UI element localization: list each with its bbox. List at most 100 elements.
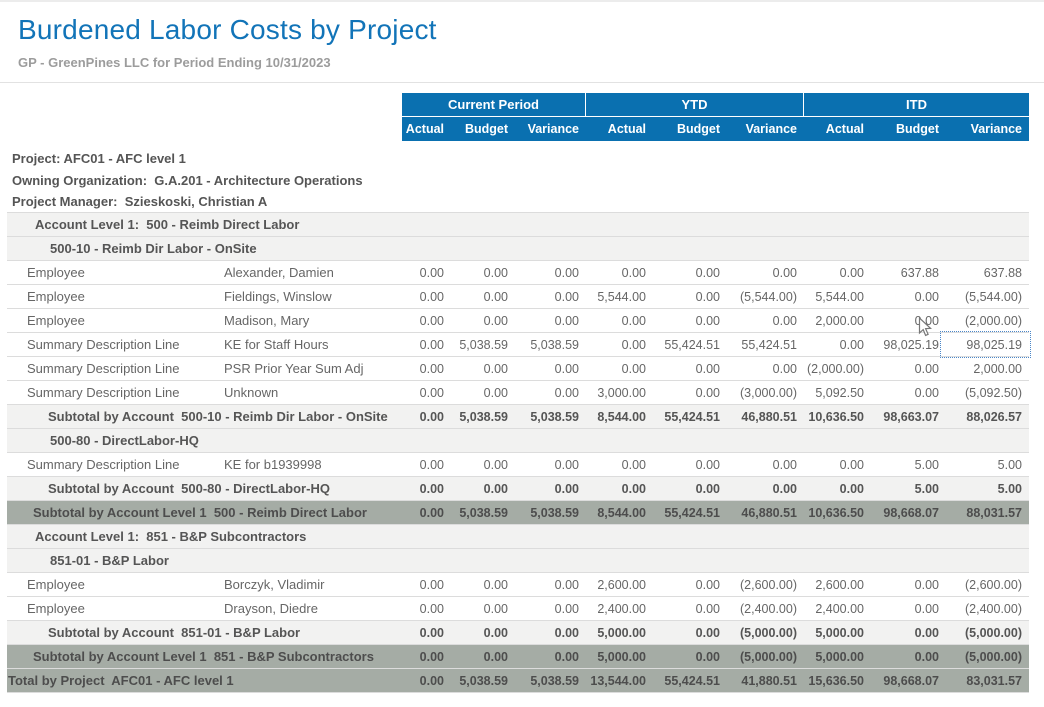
value-cell[interactable]: 88,026.57 bbox=[942, 405, 1029, 428]
value-cell[interactable]: 0.00 bbox=[649, 453, 723, 476]
value-cell[interactable]: 2,400.00 bbox=[586, 597, 649, 620]
value-cell[interactable]: 55,424.51 bbox=[649, 669, 723, 692]
value-cell[interactable]: 5,038.59 bbox=[447, 333, 511, 356]
value-cell[interactable]: 0.00 bbox=[402, 381, 447, 404]
value-cell[interactable]: 0.00 bbox=[402, 261, 447, 284]
value-cell[interactable]: (5,000.00) bbox=[942, 645, 1029, 668]
value-cell[interactable]: 8,544.00 bbox=[586, 405, 649, 428]
value-cell[interactable]: 0.00 bbox=[804, 453, 867, 476]
value-cell[interactable]: (5,000.00) bbox=[723, 621, 804, 644]
value-cell[interactable]: 0.00 bbox=[447, 357, 511, 380]
value-cell[interactable]: 0.00 bbox=[447, 477, 511, 500]
value-cell[interactable]: 5.00 bbox=[867, 453, 942, 476]
value-cell[interactable]: 0.00 bbox=[586, 333, 649, 356]
value-cell[interactable]: 0.00 bbox=[447, 453, 511, 476]
value-cell[interactable]: 0.00 bbox=[511, 357, 586, 380]
value-cell[interactable]: 0.00 bbox=[447, 285, 511, 308]
value-cell[interactable]: 0.00 bbox=[511, 573, 586, 596]
value-cell[interactable]: (5,544.00) bbox=[723, 285, 804, 308]
value-cell[interactable]: 0.00 bbox=[649, 477, 723, 500]
value-cell[interactable]: 0.00 bbox=[511, 381, 586, 404]
value-cell[interactable]: 0.00 bbox=[447, 381, 511, 404]
value-cell[interactable]: 0.00 bbox=[586, 309, 649, 332]
value-cell[interactable]: 0.00 bbox=[867, 573, 942, 596]
value-cell[interactable]: 98,025.19 bbox=[942, 333, 1029, 356]
value-cell[interactable]: (2,400.00) bbox=[942, 597, 1029, 620]
value-cell[interactable]: 0.00 bbox=[402, 309, 447, 332]
value-cell[interactable]: 0.00 bbox=[649, 381, 723, 404]
value-cell[interactable]: 0.00 bbox=[402, 621, 447, 644]
value-cell[interactable]: 0.00 bbox=[723, 261, 804, 284]
value-cell[interactable]: 10,636.50 bbox=[804, 405, 867, 428]
value-cell[interactable]: 0.00 bbox=[447, 621, 511, 644]
value-cell[interactable]: 0.00 bbox=[586, 261, 649, 284]
value-cell[interactable]: 0.00 bbox=[649, 573, 723, 596]
value-cell[interactable]: 0.00 bbox=[867, 309, 942, 332]
value-cell[interactable]: 2,000.00 bbox=[804, 309, 867, 332]
value-cell[interactable]: 55,424.51 bbox=[723, 333, 804, 356]
value-cell[interactable]: 0.00 bbox=[723, 477, 804, 500]
value-cell[interactable]: 5,000.00 bbox=[586, 645, 649, 668]
value-cell[interactable]: 5,000.00 bbox=[804, 645, 867, 668]
value-cell[interactable]: 0.00 bbox=[867, 597, 942, 620]
value-cell[interactable]: 0.00 bbox=[511, 285, 586, 308]
value-cell[interactable]: 46,880.51 bbox=[723, 405, 804, 428]
value-cell[interactable]: 0.00 bbox=[402, 597, 447, 620]
value-cell[interactable]: 0.00 bbox=[402, 669, 447, 692]
value-cell[interactable]: 0.00 bbox=[402, 357, 447, 380]
value-cell[interactable]: 0.00 bbox=[402, 453, 447, 476]
value-cell[interactable]: 0.00 bbox=[586, 453, 649, 476]
value-cell[interactable]: 0.00 bbox=[511, 261, 586, 284]
value-cell[interactable]: 0.00 bbox=[511, 477, 586, 500]
value-cell[interactable]: 5,038.59 bbox=[447, 405, 511, 428]
value-cell[interactable]: 0.00 bbox=[402, 405, 447, 428]
value-cell[interactable]: 0.00 bbox=[447, 597, 511, 620]
value-cell[interactable]: 15,636.50 bbox=[804, 669, 867, 692]
value-cell[interactable]: 5.00 bbox=[942, 453, 1029, 476]
value-cell[interactable]: 0.00 bbox=[867, 621, 942, 644]
value-cell[interactable]: 5,038.59 bbox=[447, 669, 511, 692]
value-cell[interactable]: 98,663.07 bbox=[867, 405, 942, 428]
value-cell[interactable]: 0.00 bbox=[804, 477, 867, 500]
value-cell[interactable]: 0.00 bbox=[402, 645, 447, 668]
value-cell[interactable]: 0.00 bbox=[511, 309, 586, 332]
value-cell[interactable]: 8,544.00 bbox=[586, 501, 649, 524]
value-cell[interactable]: 0.00 bbox=[867, 381, 942, 404]
value-cell[interactable]: 3,000.00 bbox=[586, 381, 649, 404]
value-cell[interactable]: 637.88 bbox=[867, 261, 942, 284]
value-cell[interactable]: 0.00 bbox=[402, 285, 447, 308]
value-cell[interactable]: 0.00 bbox=[649, 597, 723, 620]
value-cell[interactable]: 98,025.19 bbox=[867, 333, 942, 356]
value-cell[interactable]: 83,031.57 bbox=[942, 669, 1029, 692]
value-cell[interactable]: 0.00 bbox=[649, 285, 723, 308]
value-cell[interactable]: 0.00 bbox=[649, 309, 723, 332]
value-cell[interactable]: 2,000.00 bbox=[942, 357, 1029, 380]
value-cell[interactable]: 0.00 bbox=[447, 645, 511, 668]
value-cell[interactable]: 0.00 bbox=[402, 477, 447, 500]
value-cell[interactable]: 5,038.59 bbox=[511, 333, 586, 356]
value-cell[interactable]: 0.00 bbox=[649, 645, 723, 668]
value-cell[interactable]: 10,636.50 bbox=[804, 501, 867, 524]
value-cell[interactable]: 5,092.50 bbox=[804, 381, 867, 404]
value-cell[interactable]: (3,000.00) bbox=[723, 381, 804, 404]
value-cell[interactable]: 5,038.59 bbox=[511, 669, 586, 692]
value-cell[interactable]: 0.00 bbox=[511, 621, 586, 644]
value-cell[interactable]: (2,600.00) bbox=[723, 573, 804, 596]
value-cell[interactable]: 0.00 bbox=[511, 597, 586, 620]
value-cell[interactable]: 0.00 bbox=[649, 621, 723, 644]
value-cell[interactable]: 55,424.51 bbox=[649, 501, 723, 524]
value-cell[interactable]: 55,424.51 bbox=[649, 333, 723, 356]
value-cell[interactable]: 5,000.00 bbox=[804, 621, 867, 644]
value-cell[interactable]: (2,000.00) bbox=[942, 309, 1029, 332]
value-cell[interactable]: 0.00 bbox=[723, 357, 804, 380]
value-cell[interactable]: 88,031.57 bbox=[942, 501, 1029, 524]
value-cell[interactable]: 0.00 bbox=[804, 333, 867, 356]
value-cell[interactable]: (5,544.00) bbox=[942, 285, 1029, 308]
value-cell[interactable]: 0.00 bbox=[447, 261, 511, 284]
value-cell[interactable]: 2,600.00 bbox=[586, 573, 649, 596]
value-cell[interactable]: 0.00 bbox=[723, 309, 804, 332]
value-cell[interactable]: (5,092.50) bbox=[942, 381, 1029, 404]
value-cell[interactable]: 2,400.00 bbox=[804, 597, 867, 620]
value-cell[interactable]: 0.00 bbox=[867, 645, 942, 668]
value-cell[interactable]: 5,038.59 bbox=[511, 405, 586, 428]
